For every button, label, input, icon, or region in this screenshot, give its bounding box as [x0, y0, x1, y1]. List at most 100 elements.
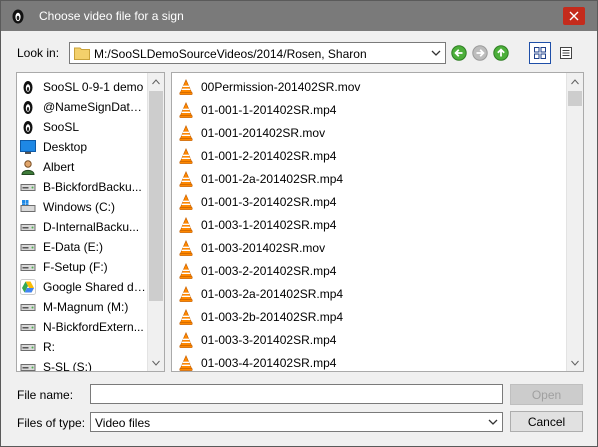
file-name: 01-003-4-201402SR.mp4	[201, 355, 337, 370]
sidebar-scrollbar[interactable]	[147, 73, 164, 371]
file-list-item[interactable]: 01-001-201402SR.mov	[172, 121, 562, 144]
sidebar-place-item[interactable]: E-Data (E:)	[17, 237, 149, 257]
vlc-file-icon	[178, 239, 194, 256]
file-list-item[interactable]: 01-001-1-201402SR.mp4	[172, 98, 562, 121]
file-name: 01-003-3-201402SR.mp4	[201, 332, 337, 347]
scroll-down-button[interactable]	[567, 354, 583, 371]
sidebar-place-label: Windows (C:)	[43, 200, 116, 214]
sidebar-place-item[interactable]: N-BickfordExtern...	[17, 317, 149, 337]
file-list-item[interactable]: 01-003-201402SR.mov	[172, 236, 562, 259]
soosl-app-icon	[12, 9, 24, 24]
back-button[interactable]	[451, 45, 467, 61]
vlc-file-icon	[178, 285, 194, 302]
window-title: Choose video file for a sign	[39, 9, 184, 23]
file-list: 00Permission-201402SR.mov 01-001-1-201402…	[171, 72, 584, 372]
title-bar: Choose video file for a sign	[1, 1, 597, 31]
file-list-item[interactable]: 01-003-2b-201402SR.mp4	[172, 305, 562, 328]
sidebar-place-item[interactable]: Albert	[17, 157, 149, 177]
file-type-value: Video files	[95, 416, 151, 430]
file-list-item[interactable]: 01-003-4-201402SR.mp4	[172, 351, 562, 371]
sidebar-place-item[interactable]: SooSL 0-9-1 demo	[17, 77, 149, 97]
file-list-item[interactable]: 01-003-2-201402SR.mp4	[172, 259, 562, 282]
file-name: 01-001-2-201402SR.mp4	[201, 148, 337, 163]
file-list-item[interactable]: 01-003-1-201402SR.mp4	[172, 213, 562, 236]
sidebar-place-item[interactable]: B-BickfordBacku...	[17, 177, 149, 197]
file-name-label: File name:	[17, 388, 74, 402]
sidebar-place-item[interactable]: R:	[17, 337, 149, 357]
cancel-button[interactable]: Cancel	[510, 411, 583, 432]
vlc-file-icon	[178, 193, 194, 210]
sidebar-place-label: B-BickfordBacku...	[43, 180, 142, 194]
scroll-up-button[interactable]	[148, 73, 164, 90]
sidebar-place-label: M-Magnum (M:)	[43, 300, 129, 314]
file-name-input[interactable]	[90, 384, 503, 404]
file-list-item[interactable]: 01-001-2-201402SR.mp4	[172, 144, 562, 167]
vlc-file-icon	[178, 124, 194, 141]
forward-button[interactable]	[472, 45, 488, 61]
open-button[interactable]: Open	[510, 384, 583, 405]
file-list-item[interactable]: 01-001-3-201402SR.mp4	[172, 190, 562, 213]
file-dialog: Choose video file for a sign Look in: M:…	[0, 0, 598, 447]
sidebar-place-item[interactable]: D-InternalBacku...	[17, 217, 149, 237]
chevron-up-icon	[152, 78, 160, 84]
file-list-item[interactable]: 01-003-2a-201402SR.mp4	[172, 282, 562, 305]
soosl-icon	[20, 99, 36, 115]
list-view-button[interactable]	[529, 42, 551, 64]
drive-icon	[20, 339, 36, 355]
drive-icon	[20, 179, 36, 195]
file-list-scrollbar[interactable]	[566, 73, 583, 371]
up-arrow-icon	[493, 45, 509, 61]
file-list-item[interactable]: 00Permission-201402SR.mov	[172, 75, 562, 98]
sidebar-place-label: S-SL (S:)	[43, 360, 92, 372]
list-view-icon	[534, 47, 546, 59]
sidebar-place-item[interactable]: @NameSignDatab...	[17, 97, 149, 117]
chevron-up-icon	[571, 78, 579, 84]
places-sidebar: SooSL 0-9-1 demo @NameSignDatab... SooSL De…	[16, 72, 165, 372]
file-type-combo[interactable]: Video files	[90, 412, 503, 432]
file-name: 01-001-2a-201402SR.mp4	[201, 171, 344, 186]
drive-icon	[20, 319, 36, 335]
sidebar-place-item[interactable]: Windows (C:)	[17, 197, 149, 217]
sidebar-place-label: Google Shared dr...	[43, 280, 147, 294]
up-button[interactable]	[493, 45, 509, 61]
vlc-file-icon	[178, 101, 194, 118]
vlc-file-icon	[178, 354, 194, 371]
soosl-icon	[20, 79, 36, 95]
file-name: 01-003-2b-201402SR.mp4	[201, 309, 344, 324]
scroll-thumb[interactable]	[149, 91, 163, 301]
scroll-up-button[interactable]	[567, 73, 583, 90]
vlc-file-icon	[178, 216, 194, 233]
sidebar-place-item[interactable]: M-Magnum (M:)	[17, 297, 149, 317]
file-name: 01-003-2a-201402SR.mp4	[201, 286, 344, 301]
sidebar-place-item[interactable]: S-SL (S:)	[17, 357, 149, 372]
vlc-file-icon	[178, 262, 194, 279]
look-in-path: M:/SooSLDemoSourceVideos/2014/Rosen, Sha…	[94, 47, 367, 61]
file-list-item[interactable]: 01-003-3-201402SR.mp4	[172, 328, 562, 351]
sidebar-place-item[interactable]: Google Shared dr...	[17, 277, 149, 297]
scroll-thumb[interactable]	[568, 91, 582, 106]
file-type-label: Files of type:	[17, 416, 86, 430]
detail-view-button[interactable]	[555, 42, 577, 64]
file-name: 01-003-201402SR.mov	[201, 240, 326, 255]
look-in-combo[interactable]: M:/SooSLDemoSourceVideos/2014/Rosen, Sha…	[69, 42, 446, 64]
file-list-item[interactable]: 01-001-2a-201402SR.mp4	[172, 167, 562, 190]
sidebar-place-label: SooSL	[43, 120, 80, 134]
folder-icon	[74, 47, 90, 60]
sidebar-place-label: Albert	[43, 160, 75, 174]
scroll-down-button[interactable]	[148, 354, 164, 371]
desktop-icon	[20, 139, 36, 155]
google-drive-icon	[20, 279, 36, 295]
sidebar-place-item[interactable]: SooSL	[17, 117, 149, 137]
sidebar-place-label: F-Setup (F:)	[43, 260, 108, 274]
chevron-down-icon	[571, 360, 579, 366]
sidebar-place-label: @NameSignDatab...	[43, 100, 147, 114]
vlc-file-icon	[178, 147, 194, 164]
look-in-label: Look in:	[17, 46, 60, 60]
sidebar-place-item[interactable]: F-Setup (F:)	[17, 257, 149, 277]
file-name: 00Permission-201402SR.mov	[201, 79, 361, 94]
user-icon	[20, 159, 36, 175]
close-button[interactable]	[551, 1, 597, 31]
drive-icon	[20, 259, 36, 275]
drive-icon	[20, 239, 36, 255]
sidebar-place-item[interactable]: Desktop	[17, 137, 149, 157]
